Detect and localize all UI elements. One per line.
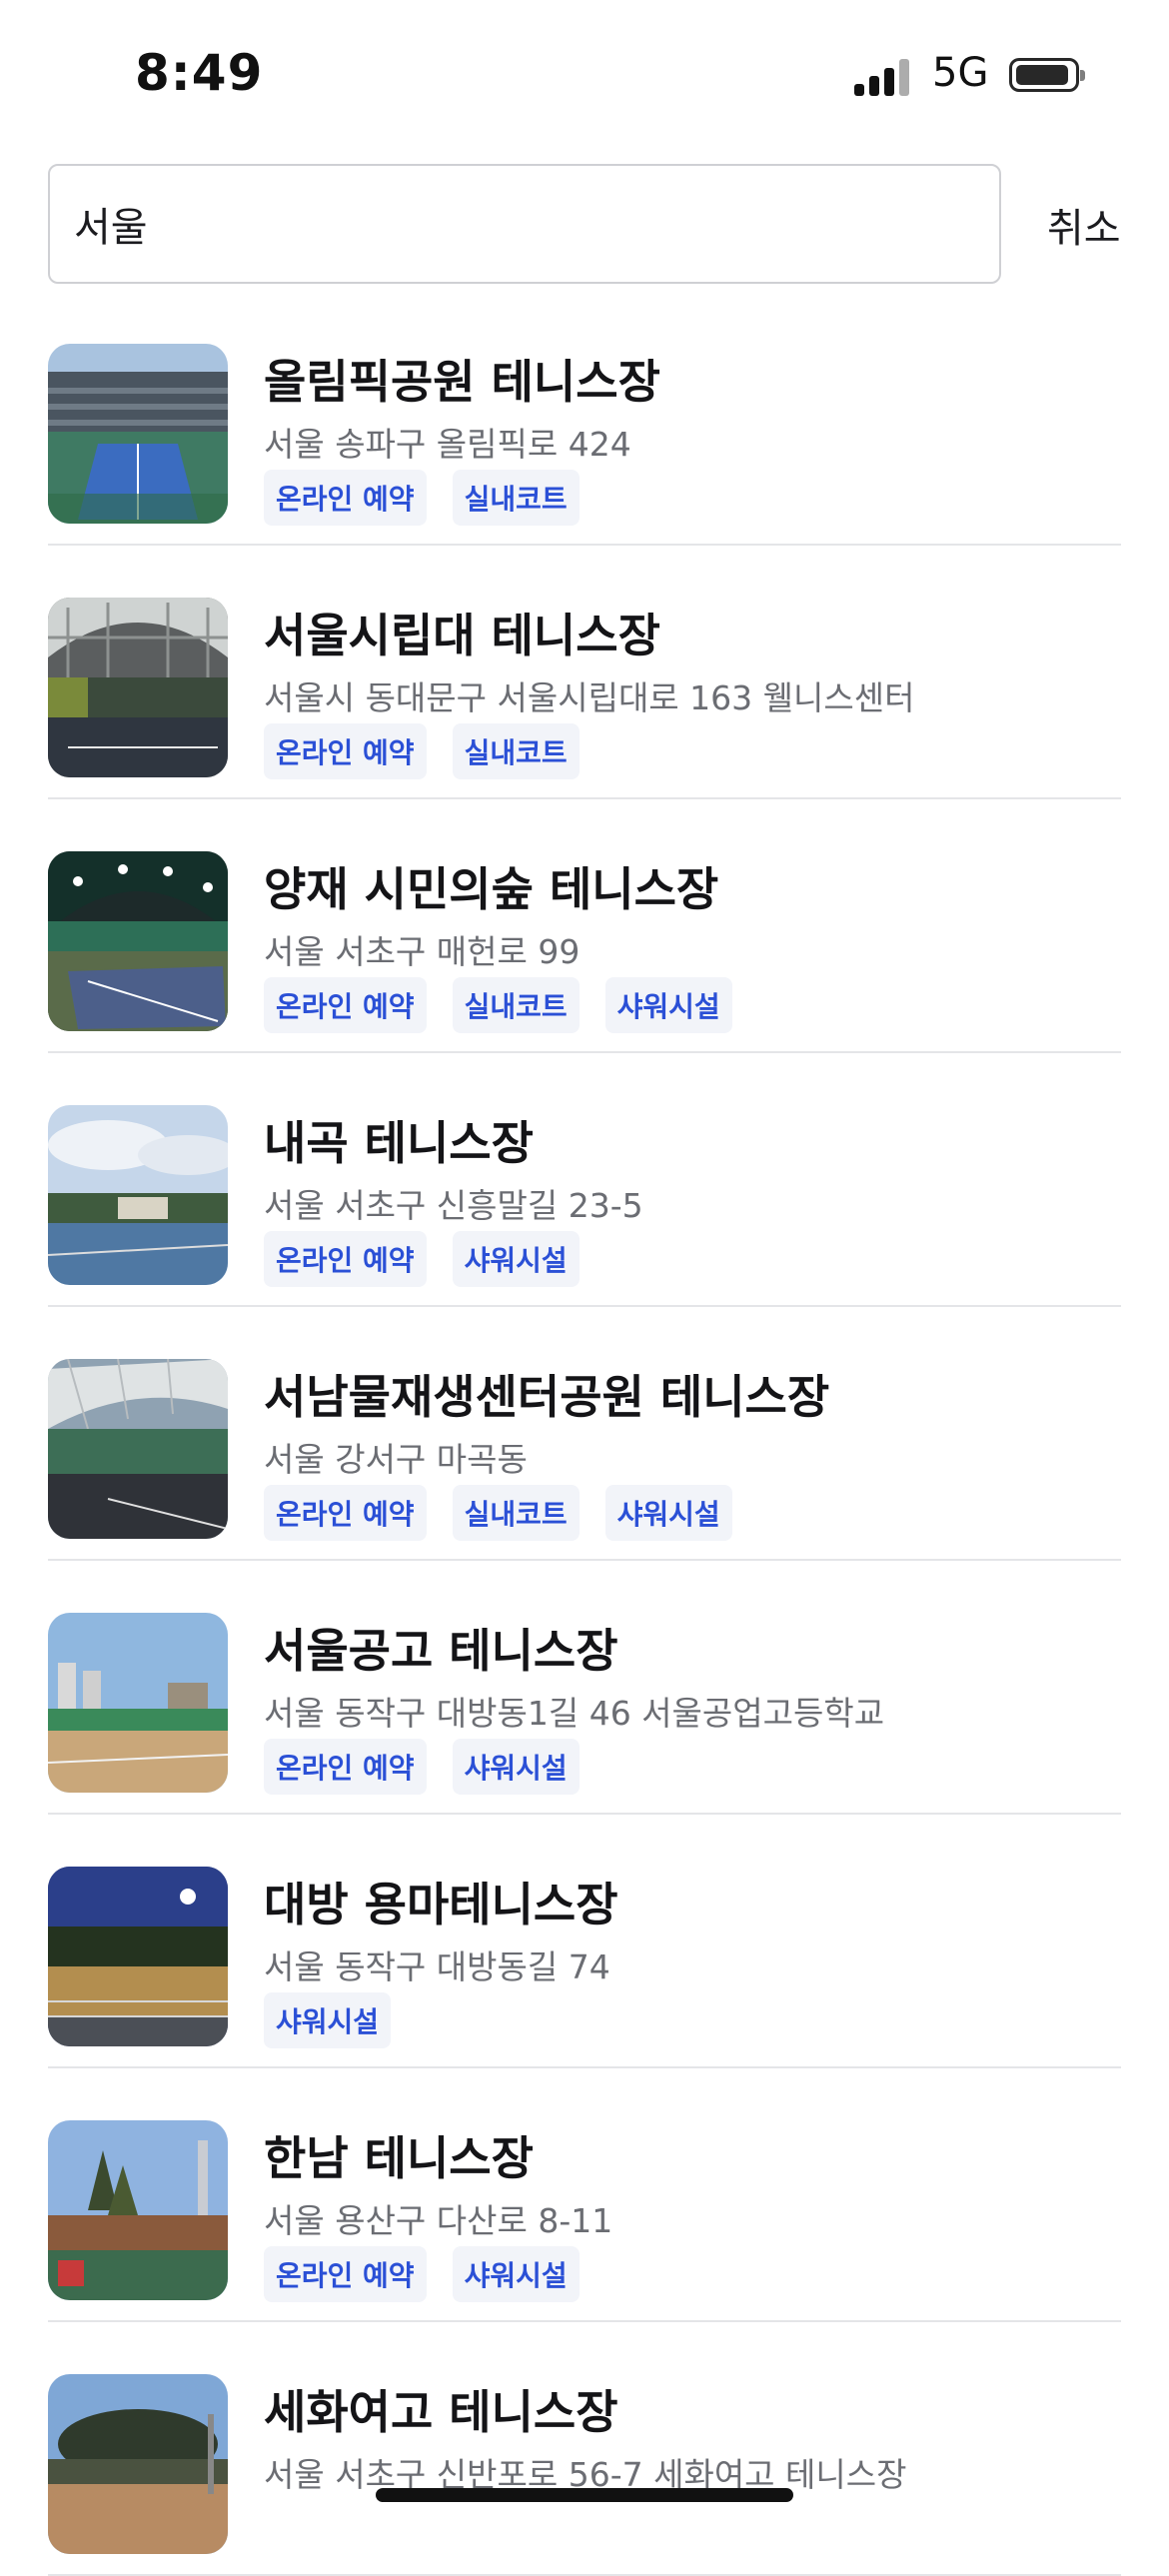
court-name: 양재 시민의숲 테니스장 [264,862,719,916]
feature-tag: 실내코트 [452,723,580,779]
tag-list: 온라인 예약 실내코트 [264,470,580,526]
court-address: 서울 동작구 대방동길 74 [264,1947,610,1986]
court-name: 한남 테니스장 [264,2131,534,2185]
feature-tag: 온라인 예약 [264,470,427,526]
results-list: 올림픽공원 테니스장 서울 송파구 올림픽로 424 온라인 예약 실내코트 서울시립대… [48,292,1121,2576]
feature-tag: 샤워시설 [452,2246,580,2302]
outdoor-blue-court-photo [48,1105,228,1285]
tag-list: 온라인 예약 실내코트 샤워시설 [264,977,732,1033]
list-item[interactable]: 한남 테니스장서울 용산구 다산로 8-11 온라인 예약 샤워시설 [48,2068,1121,2322]
feature-tag: 샤워시설 [264,1992,392,2048]
list-item[interactable]: 서울공고 테니스장서울 동작구 대방동1길 46 서울공업고등학교온라인 예약 샤… [48,1561,1121,1815]
court-address: 서울 용산구 다산로 8-11 [264,2201,613,2240]
night-court-photo [48,1867,228,2046]
network-type: 5G [932,50,989,96]
court-name: 서울시립대 테니스장 [264,609,660,662]
court-name: 서남물재생센터공원 테니스장 [264,1370,830,1424]
indoor-lit-court-photo [48,851,228,1031]
list-item[interactable]: 대방 용마테니스장서울 동작구 대방동길 74 샤워시설 [48,1815,1121,2068]
school-court-photo [48,2374,228,2554]
feature-tag: 온라인 예약 [264,1231,427,1287]
home-indicator[interactable] [376,2488,793,2502]
feature-tag: 실내코트 [452,470,580,526]
court-name: 세화여고 테니스장 [264,2385,618,2439]
status-time: 8:49 [135,44,264,102]
search-input[interactable] [74,166,953,282]
tag-list: 온라인 예약 샤워시설 [264,2246,580,2302]
court-address: 서울 동작구 대방동1길 46 서울공업고등학교 [264,1694,885,1733]
tag-list: 샤워시설 [264,1992,392,2048]
court-address: 서울시 동대문구 서울시립대로 163 웰니스센터 [264,678,915,717]
hill-court-photo [48,2120,228,2300]
court-address: 서울 서초구 신흥말길 23-5 [264,1186,643,1225]
feature-tag: 온라인 예약 [264,1485,427,1541]
feature-tag: 샤워시설 [604,1485,732,1541]
court-address: 서울 서초구 매헌로 99 [264,932,581,971]
cancel-button[interactable]: 취소 [1047,196,1121,254]
search-box [48,164,1001,284]
feature-tag: 온라인 예약 [264,977,427,1033]
clay-court-photo [48,1613,228,1793]
tag-list: 온라인 예약 샤워시설 [264,1231,580,1287]
court-address: 서울 강서구 마곡동 [264,1440,528,1479]
indoor-dome-court-photo [48,598,228,777]
court-name: 서울공고 테니스장 [264,1624,618,1678]
feature-tag: 온라인 예약 [264,1739,427,1795]
court-name: 대방 용마테니스장 [264,1878,618,1932]
feature-tag: 샤워시설 [452,1739,580,1795]
tag-list: 온라인 예약 샤워시설 [264,1739,580,1795]
list-item[interactable]: 내곡 테니스장서울 서초구 신흥말길 23-5 온라인 예약 샤워시설 [48,1053,1121,1307]
status-bar: 8:49 5G [0,0,1169,150]
cellular-signal-icon [854,58,914,96]
feature-tag: 실내코트 [452,1485,580,1541]
list-item[interactable]: 서남물재생센터공원 테니스장서울 강서구 마곡동온라인 예약 실내코트 샤워시설 [48,1307,1121,1561]
stadium-court-photo [48,344,228,524]
battery-icon [1009,58,1085,92]
feature-tag: 온라인 예약 [264,723,427,779]
feature-tag: 실내코트 [452,977,580,1033]
list-item[interactable]: 서울시립대 테니스장서울시 동대문구 서울시립대로 163 웰니스센터온라인 예… [48,546,1121,799]
feature-tag: 샤워시설 [452,1231,580,1287]
list-item[interactable]: 세화여고 테니스장 서울 서초구 신반포로 56-7 세화여고 테니스장 [48,2322,1121,2576]
list-item[interactable]: 올림픽공원 테니스장서울 송파구 올림픽로 424 온라인 예약 실내코트 [48,292,1121,546]
tag-list: 온라인 예약 실내코트 [264,723,580,779]
canopy-court-photo [48,1359,228,1539]
court-name: 내곡 테니스장 [264,1116,534,1170]
list-item[interactable]: 양재 시민의숲 테니스장서울 서초구 매헌로 99 온라인 예약 실내코트 샤워시설 [48,799,1121,1053]
feature-tag: 샤워시설 [604,977,732,1033]
court-name: 올림픽공원 테니스장 [264,355,660,409]
feature-tag: 온라인 예약 [264,2246,427,2302]
court-address: 서울 송파구 올림픽로 424 [264,425,631,464]
tag-list: 온라인 예약 실내코트 샤워시설 [264,1485,732,1541]
